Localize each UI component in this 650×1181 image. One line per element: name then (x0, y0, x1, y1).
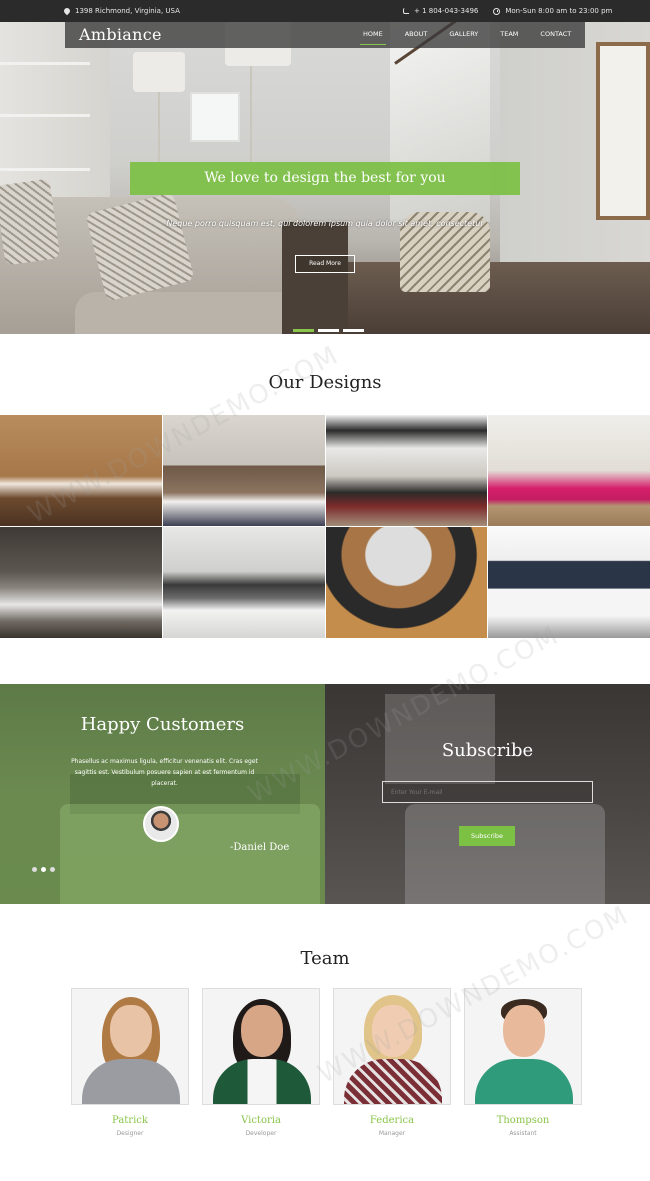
member-face (503, 1005, 545, 1057)
hero-image-frame (596, 42, 650, 220)
gallery-image-dining[interactable] (325, 527, 488, 638)
nav-home[interactable]: HOME (352, 22, 394, 48)
member-photo (71, 988, 189, 1105)
brand-logo[interactable]: Ambiance (79, 25, 162, 44)
gallery-image-bedroom-shelves[interactable] (0, 527, 162, 638)
testimonial-dot[interactable] (50, 867, 55, 872)
testimonial-author: -Daniel Doe (230, 842, 290, 853)
team-member-victoria: Victoria Developer (202, 988, 320, 1137)
member-shirt (475, 1059, 573, 1104)
email-input[interactable] (382, 781, 593, 803)
member-face (241, 1005, 283, 1057)
member-role: Assistant (509, 1130, 537, 1137)
designs-gallery (0, 415, 650, 638)
testimonials-title: Happy Customers (80, 714, 245, 735)
hero-image-window (190, 92, 240, 142)
address-info: 1398 Richmond, Virginia, USA (62, 6, 180, 16)
team-member-patrick: Patrick Designer (71, 988, 189, 1137)
member-shirt (213, 1059, 311, 1104)
member-name: Federica (369, 1115, 415, 1126)
member-name: Victoria (241, 1115, 281, 1126)
nav-team[interactable]: TEAM (489, 22, 529, 48)
hero-tagline: Neque porro quisquam est, qui dolorem ip… (166, 219, 484, 228)
member-name: Patrick (112, 1115, 148, 1126)
hero-headline: We love to design the best for you (130, 162, 520, 195)
member-shirt (82, 1059, 180, 1104)
slider-dot[interactable] (318, 329, 339, 332)
hours-text: Mon-Sun 8:00 am to 23:00 pm (505, 7, 613, 15)
hours-info: Mon-Sun 8:00 am to 23:00 pm (493, 7, 612, 15)
phone-text[interactable]: + 1 804-043-3496 (414, 7, 478, 15)
hero-image-shelf (0, 114, 90, 117)
hero-slider: We love to design the best for you Neque… (0, 22, 650, 334)
top-info-bar: 1398 Richmond, Virginia, USA + 1 804-043… (0, 0, 650, 22)
subscribe-bg-bed (405, 804, 605, 904)
customer-avatar (143, 806, 179, 842)
gallery-image-living-piano[interactable] (325, 415, 488, 526)
phone-icon (403, 8, 409, 14)
testimonial-dots (32, 867, 55, 872)
testimonial-dot[interactable] (32, 867, 37, 872)
slider-dot[interactable] (293, 329, 314, 332)
gallery-image-living-pink-sofa[interactable] (488, 415, 650, 526)
member-name: Thompson (496, 1115, 550, 1126)
gallery-image-tv-room[interactable] (488, 527, 650, 638)
testimonial-quote: Phasellus ac maximus ligula, efficitur v… (71, 758, 258, 787)
read-more-button[interactable]: Read More (295, 255, 355, 273)
nav-menu: HOME ABOUT GALLERY TEAM CONTACT (352, 22, 582, 48)
member-role: Designer (116, 1130, 144, 1137)
nav-contact[interactable]: CONTACT (529, 22, 582, 48)
member-role: Developer (245, 1130, 277, 1137)
hero-image-side-table (282, 222, 348, 334)
address-text: 1398 Richmond, Virginia, USA (75, 7, 180, 15)
testimonial-bg-bed (60, 804, 320, 904)
slider-dot[interactable] (343, 329, 364, 332)
member-photo (202, 988, 320, 1105)
subscribe-button[interactable]: Subscribe (459, 826, 515, 846)
lamp-shade (133, 52, 185, 92)
member-role: Manager (378, 1130, 406, 1137)
member-face (110, 1005, 152, 1057)
gallery-image-bedroom-grey[interactable] (162, 527, 325, 638)
hero-image-shelf (0, 168, 90, 171)
team-member-thompson: Thompson Assistant (464, 988, 582, 1137)
map-pin-icon (62, 6, 72, 16)
hero-image-shelf (0, 62, 90, 65)
clock-icon (493, 7, 501, 15)
main-navbar: Ambiance HOME ABOUT GALLERY TEAM CONTACT (65, 22, 585, 48)
nav-gallery[interactable]: GALLERY (438, 22, 489, 48)
nav-about[interactable]: ABOUT (394, 22, 439, 48)
contact-info: + 1 804-043-3496 Mon-Sun 8:00 am to 23:0… (403, 7, 612, 15)
testimonial-dot[interactable] (41, 867, 46, 872)
hero-slider-dots (293, 329, 364, 332)
